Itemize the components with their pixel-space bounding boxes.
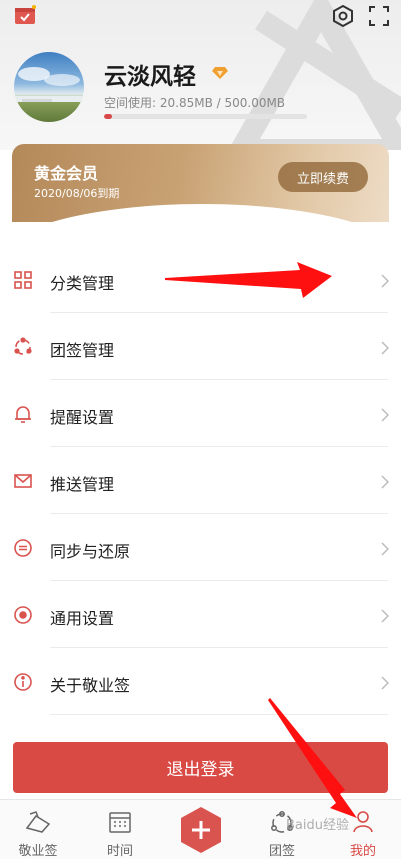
note-icon <box>24 810 52 838</box>
divider <box>50 714 388 715</box>
menu-item-about[interactable]: 关于敬业签 <box>0 648 401 715</box>
nav-item-mine[interactable]: 我的 <box>328 800 398 859</box>
vip-expire-date: 2020/08/06到期 <box>34 187 120 200</box>
storage-usage-text: 空间使用: 20.85MB / 500.00MB <box>104 96 286 110</box>
settings-menu: 分类管理 团签管理 提醒设置 推送管理 同步与还原 通用设置 关于敬业签 <box>0 246 401 715</box>
nav-item-notes[interactable]: 敬业签 <box>3 800 73 859</box>
bell-icon <box>13 404 33 424</box>
menu-item-category[interactable]: 分类管理 <box>0 246 401 313</box>
vip-diamond-icon <box>212 64 228 83</box>
menu-item-team[interactable]: 团签管理 <box>0 313 401 380</box>
chevron-right-icon <box>381 608 390 627</box>
menu-label: 团签管理 <box>50 341 115 360</box>
add-button[interactable] <box>180 806 222 854</box>
category-icon <box>13 270 33 290</box>
menu-label: 推送管理 <box>50 475 115 494</box>
chevron-right-icon <box>381 675 390 694</box>
storage-progress-fill <box>104 114 113 119</box>
vip-title: 黄金会员 <box>34 164 99 183</box>
chevron-right-icon <box>381 541 390 560</box>
nav-label: 时间 <box>106 844 133 859</box>
storage-progress-bar <box>104 114 307 119</box>
team-icon <box>13 337 33 357</box>
chevron-right-icon <box>381 474 390 493</box>
calendar-icon <box>108 810 132 838</box>
info-icon <box>13 672 33 692</box>
nav-item-time[interactable]: 时间 <box>85 800 155 859</box>
menu-label: 分类管理 <box>50 274 115 293</box>
menu-label: 关于敬业签 <box>50 676 131 695</box>
mail-icon <box>13 471 33 491</box>
menu-label: 通用设置 <box>50 609 115 628</box>
username: 云淡风轻 <box>104 64 196 90</box>
renew-button[interactable]: 立即续费 <box>278 162 368 192</box>
menu-item-push[interactable]: 推送管理 <box>0 447 401 514</box>
chevron-right-icon <box>381 407 390 426</box>
vip-card[interactable]: 黄金会员 2020/08/06到期 立即续费 <box>12 144 389 222</box>
avatar[interactable] <box>14 52 84 122</box>
menu-item-sync[interactable]: 同步与还原 <box>0 514 401 581</box>
menu-label: 提醒设置 <box>50 408 115 427</box>
sync-icon <box>13 538 33 558</box>
profile-icon <box>351 810 375 838</box>
chevron-right-icon <box>381 273 390 292</box>
menu-item-reminder[interactable]: 提醒设置 <box>0 380 401 447</box>
calendar-check-icon[interactable] <box>14 5 36 29</box>
settings-icon[interactable] <box>332 4 354 31</box>
logout-button[interactable]: 退出登录 <box>13 742 388 793</box>
menu-label: 同步与还原 <box>50 542 131 561</box>
chevron-right-icon <box>381 340 390 359</box>
settings-dot-icon <box>13 605 33 625</box>
nav-label: 团签 <box>268 844 295 859</box>
scan-icon[interactable] <box>369 6 389 30</box>
vip-card-curve <box>12 204 389 222</box>
nav-label: 敬业签 <box>18 844 58 859</box>
menu-item-general[interactable]: 通用设置 <box>0 581 401 648</box>
nav-label: 我的 <box>349 844 376 859</box>
